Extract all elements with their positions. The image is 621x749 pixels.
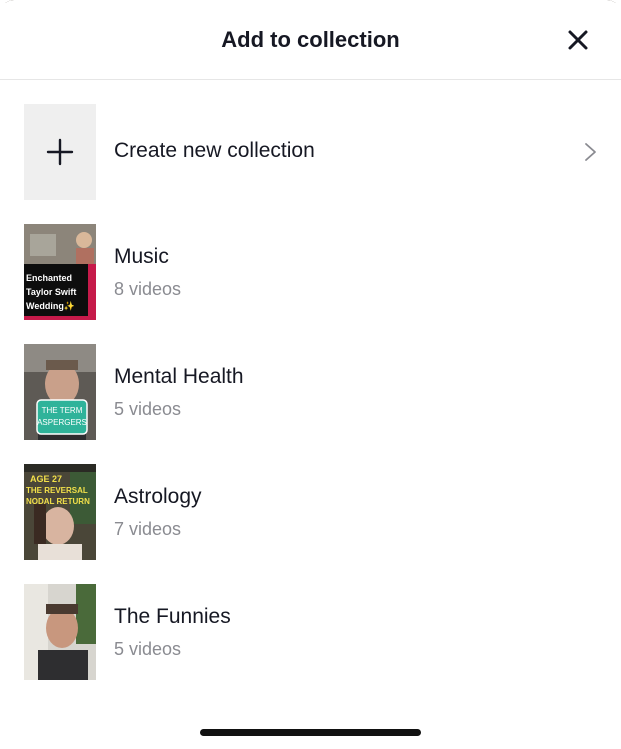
collection-item-astrology[interactable]: AGE 27 THE REVERSAL NODAL RETURN Astrolo… (0, 464, 621, 560)
collection-thumbnail (24, 584, 96, 680)
collection-item-music[interactable]: Enchanted Taylor Swift Wedding✨ Music 8 … (0, 224, 621, 320)
plus-icon (46, 138, 74, 166)
svg-text:ASPERGERS: ASPERGERS (37, 418, 87, 427)
collection-count: 5 videos (114, 399, 182, 419)
collection-name: The Funnies (114, 605, 231, 628)
collection-count: 8 videos (114, 279, 182, 299)
create-new-collection-button[interactable]: Create new collection (0, 104, 621, 200)
collection-thumbnail: THE TERM ASPERGERS (24, 344, 96, 440)
collection-count: 5 videos (114, 639, 182, 659)
svg-text:AGE 27: AGE 27 (30, 474, 62, 484)
collection-name: Mental Health (114, 365, 244, 388)
chevron-right-icon (580, 142, 600, 162)
collection-name: Music (114, 245, 169, 268)
svg-text:Taylor Swift: Taylor Swift (26, 287, 76, 297)
collection-item-the-funnies[interactable]: The Funnies 5 videos (0, 584, 621, 680)
collection-count: 7 videos (114, 519, 182, 539)
create-collection-label: Create new collection (114, 139, 315, 162)
create-collection-tile (24, 104, 96, 200)
svg-text:NODAL RETURN: NODAL RETURN (26, 497, 90, 506)
sheet-header: Add to collection (0, 0, 621, 80)
svg-text:THE REVERSAL: THE REVERSAL (26, 486, 88, 495)
sheet-title: Add to collection (221, 27, 400, 52)
svg-text:Enchanted: Enchanted (26, 273, 72, 283)
home-indicator[interactable] (200, 729, 421, 736)
add-to-collection-sheet: Add to collection Create new collection (0, 0, 621, 749)
close-button[interactable] (564, 26, 592, 54)
collection-thumbnail: Enchanted Taylor Swift Wedding✨ (24, 224, 96, 320)
collection-name: Astrology (114, 485, 202, 508)
close-icon (568, 30, 588, 50)
collection-thumbnail: AGE 27 THE REVERSAL NODAL RETURN (24, 464, 96, 560)
svg-text:THE TERM: THE TERM (42, 406, 83, 415)
svg-text:Wedding✨: Wedding✨ (26, 301, 75, 311)
collection-item-mental-health[interactable]: THE TERM ASPERGERS Mental Health 5 video… (0, 344, 621, 440)
